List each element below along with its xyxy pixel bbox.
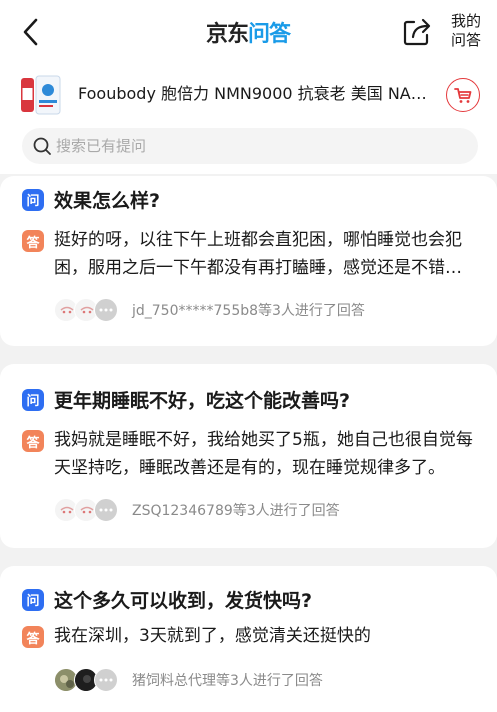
product-title[interactable]: Fooubody 胞倍力 NMN9000 抗衰老 美国 NAD... [78,82,434,106]
answer-text[interactable]: 我在深圳，3天就到了，感觉清关还挺快的 [54,622,474,650]
more-avatars-icon [94,498,118,522]
question-row[interactable]: 问 这个多久可以收到，发货快吗? [22,586,312,613]
answer-text[interactable]: 我妈就是睡眠不好，我给她买了5瓶，她自己也很自觉每天坚持吃，睡眠改善还是有的，现… [54,426,474,482]
answer-count-text: ZSQ12346789等3人进行了回答 [132,503,340,519]
answerers-row[interactable]: jd_750*****755b8等3人进行了回答 [54,298,365,322]
answer-badge: 答 [22,230,44,252]
answer-count-text: jd_750*****755b8等3人进行了回答 [132,303,365,319]
answer-count-text: 猪饲料总代理等3人进行了回答 [132,673,323,689]
product-thumbnail[interactable] [18,72,62,118]
search-area [0,126,497,174]
search-bar[interactable] [22,128,478,164]
question-row[interactable]: 问 更年期睡眠不好，吃这个能改善吗? [22,386,350,413]
question-badge: 问 [22,188,44,211]
my-qa-button[interactable]: 我的 问答 [446,12,486,50]
question-card[interactable]: 问 这个多久可以收到，发货快吗? 答 我在深圳，3天就到了，感觉清关还挺快的 猪… [0,566,497,712]
product-bar[interactable]: Fooubody 胞倍力 NMN9000 抗衰老 美国 NAD... [0,64,497,126]
logo-qa-text: 问答 [248,22,291,47]
question-badge: 问 [22,588,44,611]
more-avatars-icon [94,668,118,692]
answer-badge: 答 [22,430,44,452]
more-avatars-icon [94,298,118,322]
answerer-avatars [54,668,124,692]
question-card[interactable]: 问 更年期睡眠不好，吃这个能改善吗? 答 我妈就是睡眠不好，我给她买了5瓶，她自… [0,364,497,548]
search-input[interactable] [56,128,456,164]
question-text[interactable]: 更年期睡眠不好，吃这个能改善吗? [54,386,350,413]
back-arrow-icon[interactable] [14,14,50,50]
jd-qa-logo: 京东 问答 [206,18,291,47]
answer-text[interactable]: 挺好的呀，以往下午上班都会直犯困，哪怕睡觉也会犯困，服用之后一下午都没有再打瞌睡… [54,226,474,282]
add-to-cart-button[interactable] [446,78,480,112]
logo-jd-text: 京东 [206,22,249,47]
answerer-avatars [54,498,124,522]
question-text[interactable]: 效果怎么样? [54,186,160,213]
answer-badge: 答 [22,626,44,648]
my-qa-line1: 我的 [450,12,481,30]
my-qa-line2: 问答 [450,31,481,49]
cart-icon [454,88,472,103]
question-text[interactable]: 这个多久可以收到，发货快吗? [54,586,312,613]
answerer-avatars [54,298,124,322]
question-card[interactable]: 问 效果怎么样? 答 挺好的呀，以往下午上班都会直犯困，哪怕睡觉也会犯困，服用之… [0,176,497,346]
answerers-row[interactable]: ZSQ12346789等3人进行了回答 [54,498,340,522]
question-badge: 问 [22,388,44,411]
question-row[interactable]: 问 效果怎么样? [22,186,160,213]
answerers-row[interactable]: 猪饲料总代理等3人进行了回答 [54,668,323,692]
search-icon [33,137,51,155]
share-icon[interactable] [400,15,434,49]
top-bar: 京东 问答 我的 问答 [0,0,497,64]
